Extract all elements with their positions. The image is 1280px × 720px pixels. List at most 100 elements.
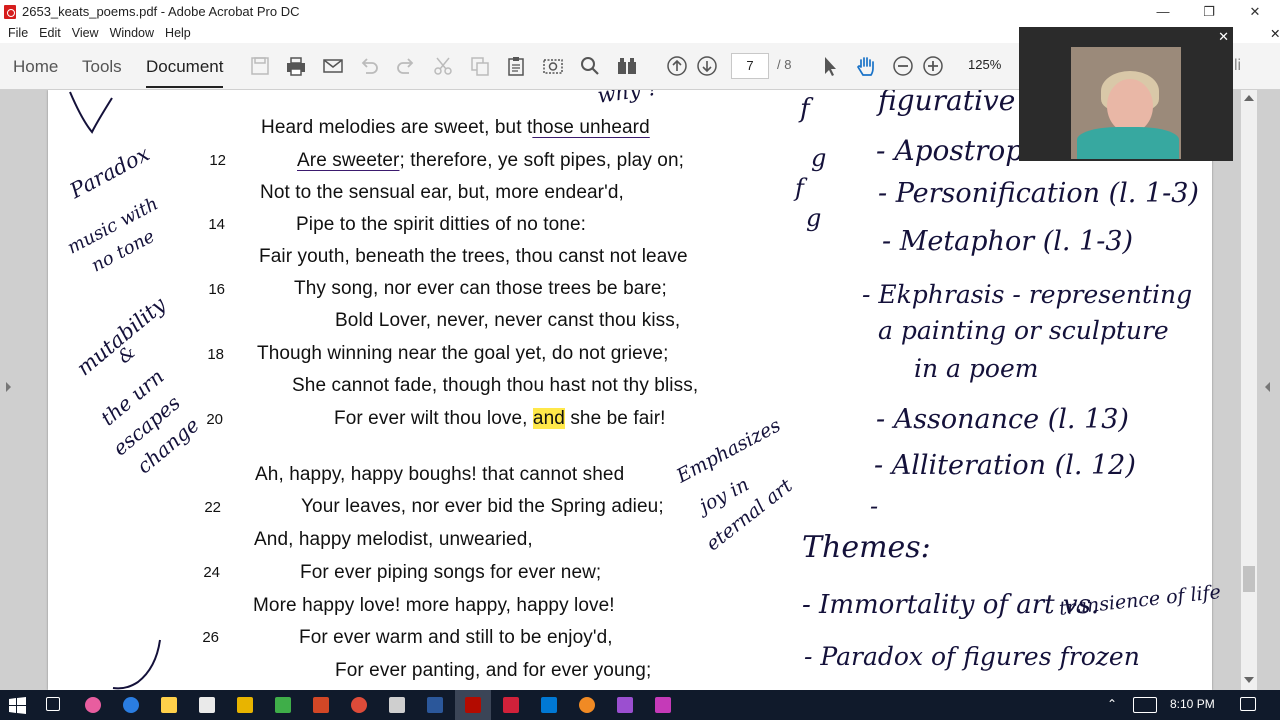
zoom-in-icon[interactable] bbox=[922, 55, 944, 77]
poem-line: She cannot fade, though thou hast not th… bbox=[292, 375, 699, 396]
ink-annotation: in a poem bbox=[914, 354, 1039, 383]
poem-line: For ever warm and still to be enjoy'd, bbox=[299, 627, 613, 648]
cut-icon[interactable] bbox=[432, 55, 454, 77]
ink-rhyme-mark: g bbox=[811, 144, 827, 172]
line-number: 16 bbox=[208, 281, 225, 298]
pdf-page: Heard melodies are sweet, but those unhe… bbox=[48, 90, 1222, 690]
document-area[interactable]: Heard melodies are sweet, but those unhe… bbox=[0, 90, 1280, 690]
search-icon[interactable] bbox=[579, 55, 601, 77]
ink-annotation: a painting or sculpture bbox=[878, 316, 1169, 345]
ink-annotation: - bbox=[870, 492, 879, 520]
task-view-icon[interactable] bbox=[46, 697, 60, 711]
webcam-person-body bbox=[1077, 127, 1179, 159]
webcam-overlay[interactable]: ✕ bbox=[1019, 27, 1233, 161]
ink-annotation: why ? bbox=[596, 90, 661, 108]
app-icon[interactable] bbox=[275, 697, 291, 713]
poem-line: More happy love! more happy, happy love! bbox=[253, 595, 615, 616]
zoom-out-icon[interactable] bbox=[892, 55, 914, 77]
app-icon[interactable] bbox=[123, 697, 139, 713]
app-icon[interactable] bbox=[237, 697, 253, 713]
outlook-icon[interactable] bbox=[541, 697, 557, 713]
vertical-scrollbar[interactable] bbox=[1241, 90, 1257, 690]
acrobat-taskbar-icon[interactable] bbox=[465, 697, 481, 713]
tab-home[interactable]: Home bbox=[13, 57, 58, 77]
taskbar: ⌃ 8:10 PM bbox=[0, 690, 1280, 720]
word-icon[interactable] bbox=[427, 697, 443, 713]
menu-help[interactable]: Help bbox=[165, 26, 191, 40]
tray-chevron-icon[interactable]: ⌃ bbox=[1107, 697, 1117, 711]
webcam-close-icon[interactable]: ✕ bbox=[1218, 29, 1229, 45]
ink-annotation: - Personification (l. 1-3) bbox=[878, 178, 1199, 209]
paste-icon[interactable] bbox=[505, 55, 527, 77]
print-icon[interactable] bbox=[285, 55, 307, 77]
app-icon[interactable] bbox=[503, 697, 519, 713]
hand-tool-icon[interactable] bbox=[855, 55, 877, 77]
powerpoint-icon[interactable] bbox=[313, 697, 329, 713]
app-icon[interactable] bbox=[85, 697, 101, 713]
poem-line: Are sweeter; therefore, ye soft pipes, p… bbox=[297, 150, 685, 171]
scroll-up-icon[interactable] bbox=[1244, 95, 1254, 101]
app-icon[interactable] bbox=[579, 697, 595, 713]
app-icon[interactable] bbox=[199, 697, 215, 713]
maximize-button[interactable]: ❐ bbox=[1186, 0, 1232, 23]
ink-annotation: - Alliteration (l. 12) bbox=[874, 450, 1136, 481]
previous-page-icon[interactable] bbox=[666, 55, 688, 77]
menu-edit[interactable]: Edit bbox=[39, 26, 61, 40]
close-button[interactable]: ✕ bbox=[1232, 0, 1278, 23]
line-number: 24 bbox=[203, 564, 220, 581]
app-icon[interactable] bbox=[655, 697, 671, 713]
ink-annotation: - Immortality of art vs. bbox=[802, 590, 1100, 620]
poem-line: And, happy melodist, unwearied, bbox=[254, 529, 533, 550]
zoom-level-select[interactable]: 125% bbox=[958, 53, 1028, 77]
ink-annotation: - Assonance (l. 13) bbox=[876, 404, 1129, 435]
scrollbar-thumb[interactable] bbox=[1243, 566, 1255, 592]
ink-annotation: Paradox bbox=[66, 141, 154, 204]
line-number: 18 bbox=[207, 346, 224, 363]
ink-annotation: Themes: bbox=[802, 530, 931, 565]
ink-rhyme-mark: f bbox=[800, 94, 810, 124]
app-icon[interactable] bbox=[617, 697, 633, 713]
line-number: 14 bbox=[208, 216, 225, 233]
compare-icon[interactable] bbox=[616, 55, 638, 77]
poem-line: For ever panting, and for ever young; bbox=[335, 660, 652, 681]
scroll-down-icon[interactable] bbox=[1244, 677, 1254, 683]
notifications-icon[interactable] bbox=[1240, 697, 1256, 711]
copy-icon[interactable] bbox=[469, 55, 491, 77]
calculator-icon[interactable] bbox=[389, 697, 405, 713]
minimize-button[interactable]: — bbox=[1140, 0, 1186, 23]
tab-document[interactable]: Document bbox=[146, 57, 224, 88]
tab-tools[interactable]: Tools bbox=[82, 57, 122, 77]
select-cursor-icon[interactable] bbox=[819, 55, 841, 77]
undo-icon[interactable] bbox=[358, 55, 380, 77]
right-panel-toggle-icon[interactable] bbox=[1265, 382, 1270, 392]
webcam-person-face bbox=[1107, 79, 1153, 133]
poem-line: Heard melodies are sweet, but those unhe… bbox=[261, 117, 650, 138]
save-icon[interactable] bbox=[249, 55, 271, 77]
menu-view[interactable]: View bbox=[72, 26, 99, 40]
snapshot-icon[interactable] bbox=[542, 55, 564, 77]
poem-line: For ever wilt thou love, and she be fair… bbox=[334, 408, 666, 429]
poem-line: Bold Lover, never, never canst thou kiss… bbox=[335, 310, 681, 331]
next-page-icon[interactable] bbox=[696, 55, 718, 77]
menu-window[interactable]: Window bbox=[110, 26, 154, 40]
poem-line: Ah, happy, happy boughs! that cannot she… bbox=[255, 464, 625, 485]
clock-time[interactable]: 8:10 PM bbox=[1170, 697, 1215, 711]
windows-start-icon[interactable] bbox=[9, 697, 26, 714]
chrome-icon[interactable] bbox=[351, 697, 367, 713]
page-total: / 8 bbox=[777, 57, 792, 72]
keyboard-icon[interactable] bbox=[1133, 697, 1157, 713]
file-explorer-icon[interactable] bbox=[161, 697, 177, 713]
ink-rhyme-mark: g bbox=[806, 204, 822, 232]
ink-annotation: Emphasizes bbox=[673, 414, 785, 488]
ink-scribble bbox=[112, 639, 161, 690]
poem-line: Pipe to the spirit ditties of no tone: bbox=[296, 214, 587, 235]
close-document-icon[interactable]: ✕ bbox=[1270, 26, 1280, 41]
line-number: 22 bbox=[204, 499, 221, 516]
line-number: 26 bbox=[202, 629, 219, 646]
left-panel-toggle-icon[interactable] bbox=[6, 382, 11, 392]
mail-icon[interactable] bbox=[322, 55, 344, 77]
page-number-input[interactable]: 7 bbox=[731, 53, 769, 79]
menu-file[interactable]: File bbox=[8, 26, 28, 40]
redo-icon[interactable] bbox=[395, 55, 417, 77]
ink-annotation: figurative bbox=[878, 90, 1016, 117]
